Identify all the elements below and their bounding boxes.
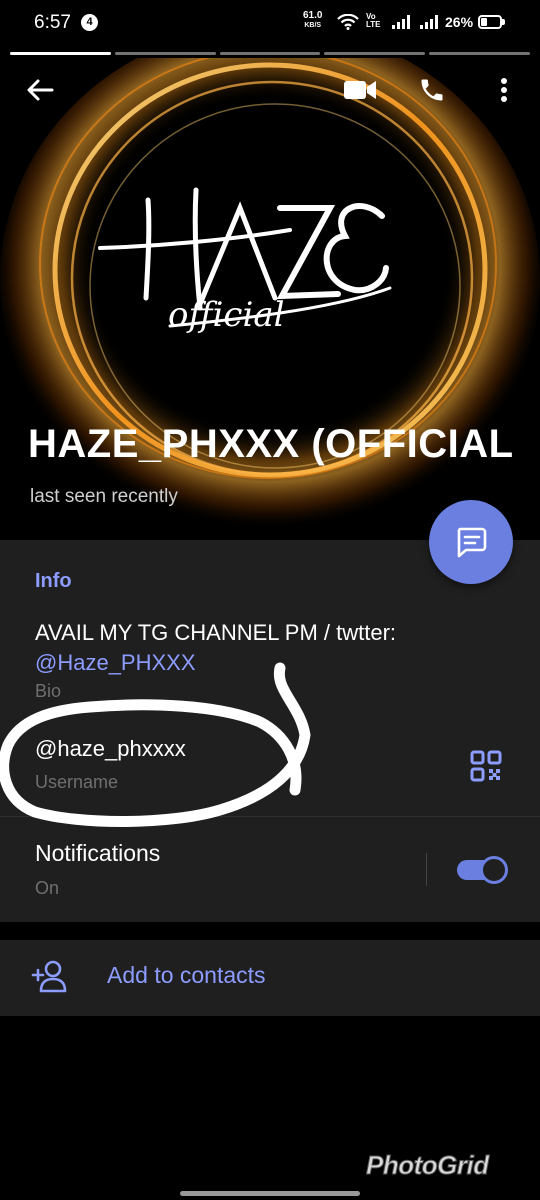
- gesture-navigation-bar[interactable]: [180, 1191, 360, 1196]
- add-to-contacts-label: Add to contacts: [107, 962, 266, 988]
- story-segment: [219, 52, 321, 55]
- more-vert-icon: [501, 78, 507, 102]
- toggle-knob: [480, 856, 508, 884]
- voice-call-button[interactable]: [414, 72, 450, 108]
- back-button[interactable]: [22, 72, 58, 108]
- video-call-icon: [344, 81, 376, 99]
- battery-tip: [502, 19, 505, 25]
- username-label: Username: [35, 772, 119, 792]
- add-to-contacts-row[interactable]: Add to contacts: [0, 940, 540, 1016]
- send-message-button[interactable]: [429, 500, 513, 584]
- status-bar: 6:57 4 61.0 KB/S Vo LTE 26%: [0, 0, 540, 46]
- story-segment: [324, 52, 426, 55]
- message-icon: [457, 527, 487, 558]
- net-speed-unit: KB/S: [304, 22, 322, 29]
- qr-code-button[interactable]: [469, 749, 503, 783]
- back-arrow-icon: [27, 79, 54, 101]
- volte-indicator: Vo LTE: [366, 13, 381, 29]
- bio-label: Bio: [35, 681, 62, 701]
- video-call-button[interactable]: [342, 72, 378, 108]
- wifi-icon: [337, 14, 359, 30]
- notification-count-badge: 4: [81, 14, 98, 31]
- notifications-status: On: [35, 878, 60, 898]
- story-segment: [10, 52, 111, 55]
- add-person-icon: [31, 960, 67, 993]
- username-value[interactable]: @haze_phxxxx: [35, 736, 186, 762]
- info-section-title: Info: [35, 570, 72, 592]
- net-speed: 61.0 KB/S: [303, 11, 322, 31]
- story-progress: [10, 52, 530, 55]
- net-speed-value: 61.0: [303, 10, 323, 21]
- photogrid-watermark: PhotoGrid: [366, 1150, 490, 1181]
- divider: [0, 816, 540, 817]
- notifications-toggle[interactable]: [457, 856, 509, 884]
- last-seen-status: last seen recently: [30, 486, 178, 507]
- bio-text-main: AVAIL MY TG CHANNEL PM / twtter:: [35, 620, 397, 645]
- battery-icon: [478, 15, 502, 29]
- story-segment: [429, 52, 530, 55]
- info-card: Info AVAIL MY TG CHANNEL PM / twtter: @H…: [0, 540, 540, 922]
- haze-logo-subtext: official: [168, 295, 285, 335]
- story-segment: [114, 52, 216, 55]
- more-options-button[interactable]: [486, 72, 522, 108]
- battery-text: 26%: [445, 14, 474, 30]
- bio-text: AVAIL MY TG CHANNEL PM / twtter: @Haze_P…: [35, 618, 505, 678]
- bio-link[interactable]: @Haze_PHXXX: [35, 650, 196, 675]
- phone-icon: [421, 79, 443, 101]
- signal-icon: [392, 15, 410, 29]
- volte-line2: LTE: [366, 20, 381, 29]
- status-time: 6:57: [34, 12, 71, 33]
- qr-code-icon: [470, 750, 502, 782]
- profile-photo-art: official: [0, 58, 540, 540]
- notifications-title[interactable]: Notifications: [35, 840, 160, 867]
- profile-photo[interactable]: official: [0, 58, 540, 540]
- vertical-divider: [426, 853, 427, 886]
- profile-name: HAZE_PHXXX (OFFICIAL: [28, 422, 514, 466]
- signal-icon: [420, 15, 438, 29]
